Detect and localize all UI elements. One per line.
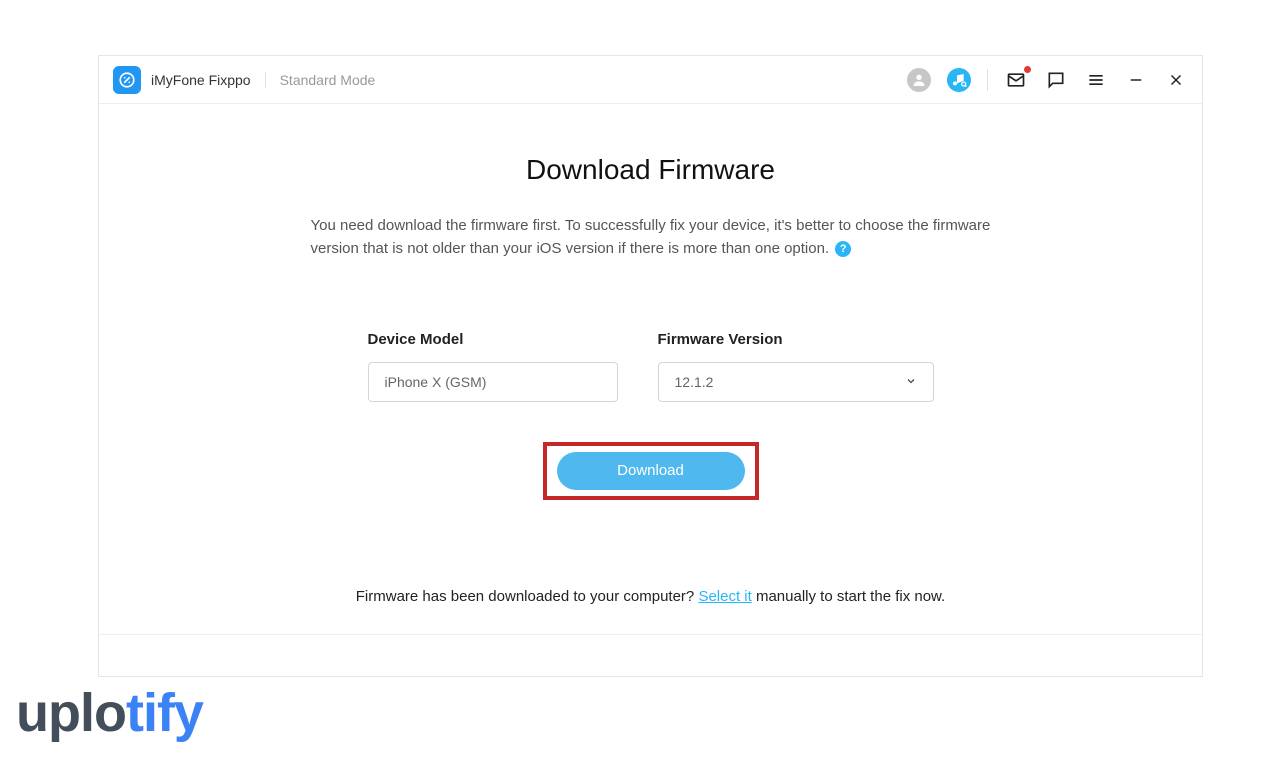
- close-icon[interactable]: [1164, 68, 1188, 92]
- mail-icon[interactable]: [1004, 68, 1028, 92]
- device-model-input[interactable]: iPhone X (GSM): [368, 362, 618, 402]
- footer-prefix: Firmware has been downloaded to your com…: [356, 588, 699, 605]
- menu-icon[interactable]: [1084, 68, 1108, 92]
- titlebar-actions: [907, 68, 1188, 92]
- firmware-version-field: Firmware Version 12.1.2: [658, 331, 934, 402]
- footer-suffix: manually to start the fix now.: [752, 588, 945, 605]
- footer-note: Firmware has been downloaded to your com…: [356, 588, 945, 605]
- form-row: Device Model iPhone X (GSM) Firmware Ver…: [368, 331, 934, 402]
- notification-dot-icon: [1024, 66, 1031, 73]
- music-search-icon[interactable]: [947, 68, 971, 92]
- chat-icon[interactable]: [1044, 68, 1068, 92]
- firmware-version-label: Firmware Version: [658, 331, 934, 348]
- description-text: You need download the firmware first. To…: [311, 217, 991, 257]
- download-button[interactable]: Download: [557, 452, 745, 490]
- help-icon[interactable]: ?: [835, 241, 851, 257]
- download-highlight-box: Download: [543, 442, 759, 500]
- main-content: Download Firmware You need download the …: [99, 104, 1202, 634]
- description: You need download the firmware first. To…: [311, 214, 991, 261]
- titlebar: iMyFone Fixppo Standard Mode: [99, 56, 1202, 104]
- minimize-icon[interactable]: [1124, 68, 1148, 92]
- device-model-value: iPhone X (GSM): [385, 374, 487, 390]
- device-model-label: Device Model: [368, 331, 618, 348]
- watermark-part1: uplo: [16, 683, 126, 743]
- mode-label: Standard Mode: [266, 72, 376, 88]
- watermark: uplotify: [16, 682, 203, 744]
- app-title: iMyFone Fixppo: [151, 72, 266, 88]
- watermark-part2: tify: [126, 683, 203, 743]
- chevron-down-icon: [905, 374, 917, 390]
- app-window: iMyFone Fixppo Standard Mode: [98, 55, 1203, 677]
- firmware-version-value: 12.1.2: [675, 374, 714, 390]
- bottom-area: [99, 634, 1202, 676]
- firmware-version-select[interactable]: 12.1.2: [658, 362, 934, 402]
- select-it-link[interactable]: Select it: [698, 588, 751, 605]
- device-model-field: Device Model iPhone X (GSM): [368, 331, 618, 402]
- user-icon[interactable]: [907, 68, 931, 92]
- app-logo-icon: [113, 66, 141, 94]
- page-title: Download Firmware: [526, 154, 775, 186]
- divider: [987, 69, 988, 91]
